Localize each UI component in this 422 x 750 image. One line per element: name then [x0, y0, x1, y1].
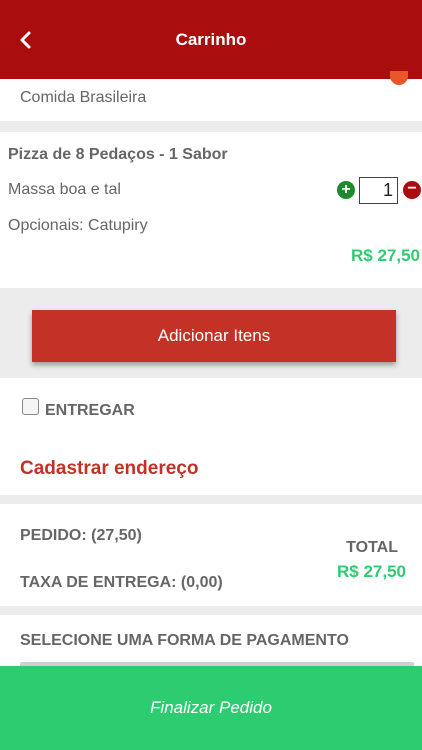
deliver-checkbox-label[interactable]: ENTREGAR: [45, 402, 135, 420]
total-value: R$ 27,50: [337, 562, 406, 581]
item-options: Opcionais: Catupiry: [8, 217, 148, 234]
app-header: Carrinho: [0, 0, 422, 79]
payment-method-label: SELECIONE UMA FORMA DE PAGAMENTO: [20, 632, 349, 649]
delivery-card: ENTREGAR Cadastrar endereço: [0, 378, 422, 495]
page-title: Carrinho: [175, 30, 247, 49]
totals-card: PEDIDO: (27,50) TAXA DE ENTREGA: (0,00) …: [0, 504, 422, 606]
item-description: Massa boa e tal: [8, 181, 121, 198]
order-subtotal: PEDIDO: (27,50): [20, 527, 142, 544]
register-address-link[interactable]: Cadastrar endereço: [20, 458, 198, 480]
item-title: Pizza de 8 Pedaços - 1 Sabor: [8, 146, 228, 163]
item-price: R$ 27,50: [351, 246, 420, 265]
delivery-fee: TAXA DE ENTREGA: (0,00): [20, 574, 223, 591]
quantity-input[interactable]: [359, 177, 398, 204]
cart-item: Pizza de 8 Pedaços - 1 Sabor Massa boa e…: [0, 132, 422, 288]
finish-order-button[interactable]: Finalizar Pedido: [0, 666, 422, 750]
add-items-button[interactable]: Adicionar Itens: [32, 310, 396, 362]
store-card: Comida Brasileira: [0, 71, 422, 121]
store-logo: [390, 71, 408, 85]
store-category: Comida Brasileira: [20, 89, 147, 106]
increase-quantity-button[interactable]: +: [337, 181, 355, 199]
decrease-quantity-button[interactable]: −: [403, 181, 421, 199]
deliver-checkbox[interactable]: [22, 398, 39, 415]
total-label: TOTAL: [346, 539, 398, 556]
